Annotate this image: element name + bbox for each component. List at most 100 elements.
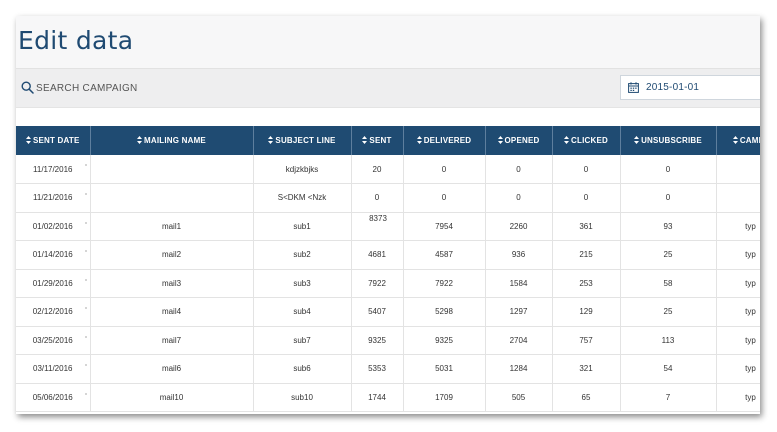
table-cell[interactable]: 03/25/2016	[16, 326, 91, 355]
column-header-subject-line[interactable]: SUBJECT LINE	[253, 126, 352, 155]
table-cell[interactable]: 0	[552, 155, 621, 184]
table-cell[interactable]	[716, 183, 760, 213]
table-cell[interactable]: typ	[716, 240, 760, 270]
table-cell[interactable]: typ	[716, 326, 760, 355]
column-header-opened[interactable]: OPENED	[485, 126, 553, 155]
table-cell[interactable]: 0	[485, 155, 553, 184]
table-cell[interactable]: 58	[620, 269, 717, 298]
search-icon[interactable]	[21, 81, 34, 94]
table-cell[interactable]: 5353	[351, 354, 404, 384]
table-cell[interactable]: 65	[552, 383, 621, 412]
table-cell[interactable]: 0	[485, 183, 553, 213]
table-cell[interactable]: typ	[716, 212, 760, 241]
table-cell[interactable]: 2704	[485, 326, 553, 355]
column-header-delivered[interactable]: DELIVERED	[403, 126, 486, 155]
table-cell[interactable]: sub10	[253, 383, 352, 412]
table-cell[interactable]: 9325	[351, 326, 404, 355]
table-cell[interactable]: 01/29/2016	[16, 269, 91, 298]
sort-icon[interactable]	[416, 136, 422, 144]
table-row[interactable]: 11/21/2016 S<DKM <Nzk 0 0 0 0 0	[16, 183, 760, 213]
table-cell[interactable]: 113	[620, 326, 717, 355]
table-cell[interactable]: 757	[552, 326, 621, 355]
table-cell[interactable]	[90, 183, 254, 213]
table-cell[interactable]: sub2	[253, 240, 352, 270]
table-cell[interactable]: 1584	[485, 269, 553, 298]
table-cell[interactable]: 54	[620, 354, 717, 384]
table-cell[interactable]: 03/11/2016	[16, 354, 91, 384]
column-header-sent-date[interactable]: SENT DATE	[16, 126, 91, 155]
table-cell[interactable]: 253	[552, 269, 621, 298]
table-cell[interactable]: 321	[552, 354, 621, 384]
table-cell[interactable]: 1744	[351, 383, 404, 412]
table-row[interactable]: 11/17/2016 kdjzkbjks 20 0 0 0 0	[16, 155, 760, 184]
table-cell[interactable]: 0	[620, 155, 717, 184]
sort-icon[interactable]	[564, 136, 570, 144]
table-cell[interactable]: mail7	[90, 326, 254, 355]
table-cell[interactable]: 1297	[485, 297, 553, 327]
table-cell[interactable]: 361	[552, 212, 621, 241]
table-cell[interactable]: sub3	[253, 269, 352, 298]
table-cell[interactable]: mail4	[90, 297, 254, 327]
table-cell[interactable]: 01/14/2016	[16, 240, 91, 270]
table-cell[interactable]: sub1	[253, 212, 352, 241]
table-cell[interactable]: S<DKM <Nzk	[253, 183, 352, 213]
table-cell[interactable]: 4587	[403, 240, 486, 270]
table-cell[interactable]: 129	[552, 297, 621, 327]
table-cell[interactable]: typ	[716, 269, 760, 298]
table-cell[interactable]	[90, 155, 254, 184]
table-cell[interactable]: mail3	[90, 269, 254, 298]
table-cell[interactable]: 9325	[403, 326, 486, 355]
table-cell[interactable]: 505	[485, 383, 553, 412]
table-cell[interactable]: 25	[620, 240, 717, 270]
table-cell[interactable]: 20	[351, 155, 404, 184]
table-cell[interactable]: sub4	[253, 297, 352, 327]
table-cell[interactable]: 93	[620, 212, 717, 241]
table-cell[interactable]: sub7	[253, 326, 352, 355]
table-cell[interactable]: 0	[552, 183, 621, 213]
table-cell[interactable]: 0	[351, 183, 404, 213]
table-cell[interactable]: 11/17/2016	[16, 155, 91, 184]
editing-cell[interactable]: 8373	[350, 211, 404, 241]
table-cell[interactable]: mail2	[90, 240, 254, 270]
column-header-unsubscribe[interactable]: UNSUBSCRIBE	[620, 126, 717, 155]
sort-icon[interactable]	[732, 136, 738, 144]
table-row[interactable]: 01/14/2016 mail2 sub2 4681 4587 936 215 25 typ	[16, 240, 760, 270]
column-header-camp[interactable]: CAMP	[716, 126, 760, 155]
table-cell[interactable]: typ	[716, 297, 760, 327]
table-cell[interactable]: 0	[620, 183, 717, 213]
table-cell[interactable]: mail10	[90, 383, 254, 412]
table-cell[interactable]: 01/02/2016	[16, 212, 91, 241]
column-header-clicked[interactable]: CLICKED	[552, 126, 621, 155]
table-cell[interactable]: 936	[485, 240, 553, 270]
table-cell[interactable]: 2260	[485, 212, 553, 241]
sort-icon[interactable]	[137, 136, 143, 144]
table-cell[interactable]: 0	[403, 155, 486, 184]
table-cell[interactable]: 5298	[403, 297, 486, 327]
sort-icon[interactable]	[362, 136, 368, 144]
table-row[interactable]: 03/11/2016 mail6 sub6 5353 5031 1284 321 54 typ	[16, 354, 760, 384]
table-cell[interactable]: mail6	[90, 354, 254, 384]
table-cell[interactable]: 0	[403, 183, 486, 213]
date-filter-field[interactable]: 2015-01-01	[620, 75, 760, 100]
table-cell[interactable]: 7922	[403, 269, 486, 298]
table-cell[interactable]: typ	[716, 354, 760, 384]
table-cell[interactable]: 215	[552, 240, 621, 270]
table-row[interactable]: 02/12/2016 mail4 sub4 5407 5298 1297 129 25 typ	[16, 297, 760, 327]
table-row[interactable]: 05/06/2016 mail10 sub10 1744 1709 505 65 7 typ	[16, 383, 760, 412]
table-cell[interactable]: 5031	[403, 354, 486, 384]
table-cell[interactable]: 7	[620, 383, 717, 412]
table-cell[interactable]: 25	[620, 297, 717, 327]
sort-icon[interactable]	[497, 136, 503, 144]
table-cell[interactable]: 1709	[403, 383, 486, 412]
calendar-icon[interactable]	[628, 82, 639, 93]
table-cell[interactable]: 02/12/2016	[16, 297, 91, 327]
table-cell[interactable]	[716, 155, 760, 184]
table-cell[interactable]: mail1	[90, 212, 254, 241]
table-cell[interactable]: 7954	[403, 212, 486, 241]
table-cell[interactable]: 7922	[351, 269, 404, 298]
table-row[interactable]: 03/25/2016 mail7 sub7 9325 9325 2704 757 113 typ	[16, 326, 760, 355]
table-cell[interactable]: 05/06/2016	[16, 383, 91, 412]
sort-icon[interactable]	[268, 136, 274, 144]
table-cell[interactable]: 5407	[351, 297, 404, 327]
column-header-mailing-name[interactable]: MAILING NAME	[90, 126, 254, 155]
